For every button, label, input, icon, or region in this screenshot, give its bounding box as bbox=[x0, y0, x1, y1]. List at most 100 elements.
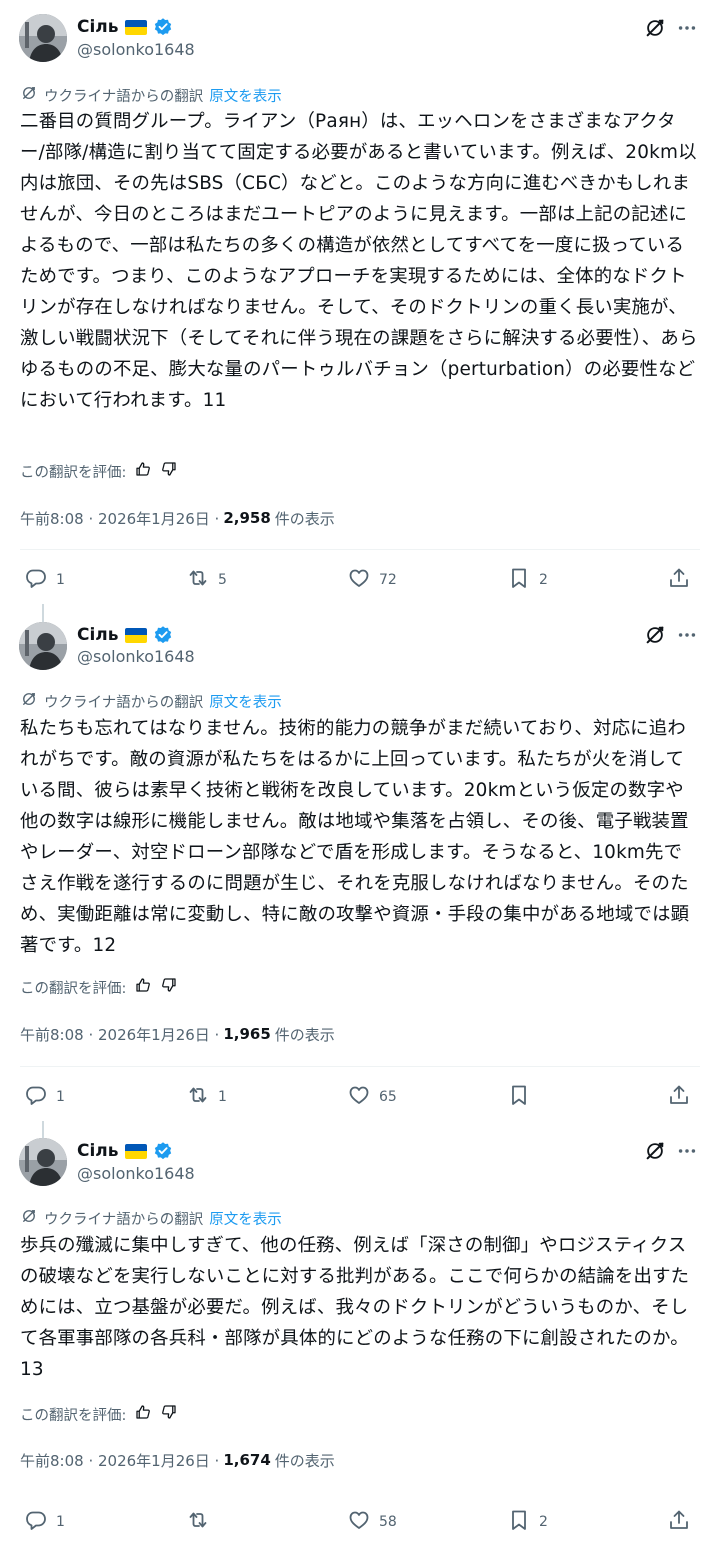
ukraine-flag-icon bbox=[124, 1143, 147, 1159]
translation-notice: ウクライナ語からの翻訳 原文を表示 bbox=[20, 691, 282, 711]
rate-translation-label: この翻訳を評価: bbox=[20, 980, 127, 997]
verified-badge-icon[interactable] bbox=[153, 1141, 173, 1161]
reply-button[interactable]: 1 bbox=[24, 1507, 65, 1537]
author-row: Сіль bbox=[77, 16, 173, 38]
bookmark-button[interactable]: 2 bbox=[507, 1507, 548, 1537]
grok-icon[interactable] bbox=[644, 1140, 666, 1162]
repost-icon bbox=[186, 1083, 210, 1111]
heart-icon bbox=[347, 1508, 371, 1536]
repost-button[interactable] bbox=[186, 1507, 218, 1537]
avatar[interactable] bbox=[19, 14, 67, 62]
rate-translation-label: この翻訳を評価: bbox=[20, 1407, 127, 1424]
rate-translation: この翻訳を評価: bbox=[20, 976, 178, 998]
share-button[interactable] bbox=[667, 565, 691, 595]
heart-icon bbox=[347, 566, 371, 594]
like-count: 72 bbox=[379, 572, 397, 588]
like-button[interactable]: 58 bbox=[347, 1507, 397, 1537]
author-handle[interactable]: @solonko1648 bbox=[77, 40, 195, 59]
view-count: 2,958 bbox=[223, 509, 271, 527]
thumbs-down-icon[interactable] bbox=[160, 976, 178, 998]
bookmark-icon bbox=[507, 1508, 531, 1536]
tweet-meta: 午前8:08 · 2026年1月26日 · 2,958 件の表示 bbox=[20, 507, 335, 529]
tweet-meta: 午前8:08 · 2026年1月26日 · 1,965 件の表示 bbox=[20, 1023, 335, 1045]
reply-icon bbox=[24, 1508, 48, 1536]
author-handle[interactable]: @solonko1648 bbox=[77, 647, 195, 666]
reply-count: 1 bbox=[56, 1089, 65, 1105]
action-bar: 1 58 2 bbox=[0, 1507, 717, 1537]
thread-connector-line bbox=[42, 1121, 44, 1138]
verified-badge-icon[interactable] bbox=[153, 17, 173, 37]
repost-count: 5 bbox=[218, 572, 227, 588]
action-bar: 1 1 65 bbox=[0, 1082, 717, 1112]
more-options-icon[interactable] bbox=[676, 1140, 698, 1162]
like-button[interactable]: 65 bbox=[347, 1082, 397, 1112]
thumbs-up-icon[interactable] bbox=[134, 1403, 152, 1425]
thumbs-up-icon[interactable] bbox=[134, 976, 152, 998]
thread-connector-line bbox=[42, 604, 44, 622]
share-icon bbox=[667, 1508, 691, 1536]
translation-notice: ウクライナ語からの翻訳 原文を表示 bbox=[20, 1208, 282, 1228]
avatar[interactable] bbox=[19, 622, 67, 670]
reply-icon bbox=[24, 566, 48, 594]
thumbs-down-icon[interactable] bbox=[160, 1403, 178, 1425]
translation-label: ウクライナ語からの翻訳 bbox=[44, 88, 204, 105]
tweet-meta: 午前8:08 · 2026年1月26日 · 1,674 件の表示 bbox=[20, 1449, 335, 1471]
author-name[interactable]: Сіль bbox=[77, 625, 119, 645]
like-count: 58 bbox=[379, 1514, 397, 1530]
more-options-icon[interactable] bbox=[676, 17, 698, 39]
author-name[interactable]: Сіль bbox=[77, 17, 119, 37]
verified-badge-icon[interactable] bbox=[153, 625, 173, 645]
bookmark-button[interactable]: 2 bbox=[507, 565, 548, 595]
share-icon bbox=[667, 566, 691, 594]
share-icon bbox=[667, 1083, 691, 1111]
repost-icon bbox=[186, 566, 210, 594]
show-original-link[interactable]: 原文を表示 bbox=[209, 1208, 282, 1229]
grok-icon[interactable] bbox=[644, 17, 666, 39]
more-options-icon[interactable] bbox=[676, 624, 698, 646]
translation-notice: ウクライナ語からの翻訳 原文を表示 bbox=[20, 85, 282, 105]
bookmark-count: 2 bbox=[539, 572, 548, 588]
views-suffix: 件の表示 bbox=[274, 1451, 335, 1470]
action-bar: 1 5 72 2 bbox=[0, 565, 717, 595]
tweet-text: 二番目の質問グループ。ライアン（Раян）は、エッヘロンをさまざまなアクター/部… bbox=[20, 111, 698, 411]
tweet-text: 歩兵の殲滅に集中しすぎて、他の任務、例えば「深さの制御」やロジスティクスの破壊な… bbox=[20, 1235, 690, 1380]
bookmark-count: 2 bbox=[539, 1514, 548, 1530]
repost-button[interactable]: 5 bbox=[186, 565, 227, 595]
tweet-timestamp[interactable]: 午前8:08 · 2026年1月26日 · bbox=[20, 1450, 219, 1471]
bookmark-icon bbox=[507, 1083, 531, 1111]
show-original-link[interactable]: 原文を表示 bbox=[209, 85, 282, 106]
tweet-timestamp[interactable]: 午前8:08 · 2026年1月26日 · bbox=[20, 1024, 219, 1045]
bookmark-icon bbox=[507, 566, 531, 594]
tweet-timestamp[interactable]: 午前8:08 · 2026年1月26日 · bbox=[20, 508, 219, 529]
view-count: 1,674 bbox=[223, 1451, 271, 1469]
reply-button[interactable]: 1 bbox=[24, 1082, 65, 1112]
translate-icon bbox=[20, 690, 38, 712]
heart-icon bbox=[347, 1083, 371, 1111]
reply-count: 1 bbox=[56, 572, 65, 588]
reply-icon bbox=[24, 1083, 48, 1111]
translation-label: ウクライナ語からの翻訳 bbox=[44, 694, 204, 711]
show-original-link[interactable]: 原文を表示 bbox=[209, 691, 282, 712]
views-suffix: 件の表示 bbox=[274, 1025, 335, 1044]
reply-count: 1 bbox=[56, 1514, 65, 1530]
share-button[interactable] bbox=[667, 1507, 691, 1537]
repost-button[interactable]: 1 bbox=[186, 1082, 227, 1112]
divider bbox=[20, 549, 700, 550]
rate-translation: この翻訳を評価: bbox=[20, 1403, 178, 1425]
ukraine-flag-icon bbox=[124, 627, 147, 643]
like-button[interactable]: 72 bbox=[347, 565, 397, 595]
author-row: Сіль bbox=[77, 1140, 173, 1162]
ukraine-flag-icon bbox=[124, 19, 147, 35]
divider bbox=[20, 1066, 700, 1067]
translate-icon bbox=[20, 84, 38, 106]
grok-icon[interactable] bbox=[644, 624, 666, 646]
author-handle[interactable]: @solonko1648 bbox=[77, 1164, 195, 1183]
thumbs-down-icon[interactable] bbox=[160, 460, 178, 482]
reply-button[interactable]: 1 bbox=[24, 565, 65, 595]
avatar[interactable] bbox=[19, 1138, 67, 1186]
thumbs-up-icon[interactable] bbox=[134, 460, 152, 482]
share-button[interactable] bbox=[667, 1082, 691, 1112]
rate-translation: この翻訳を評価: bbox=[20, 460, 178, 482]
author-name[interactable]: Сіль bbox=[77, 1141, 119, 1161]
bookmark-button[interactable] bbox=[507, 1082, 539, 1112]
